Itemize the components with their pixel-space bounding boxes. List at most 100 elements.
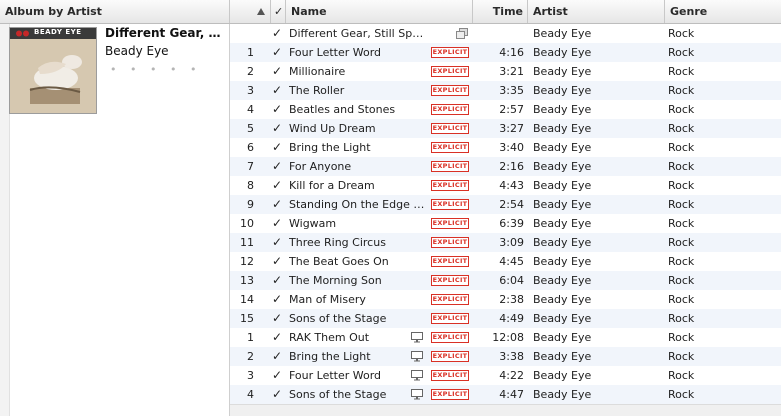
track-number: 11 bbox=[240, 236, 254, 249]
explicit-badge: EXPLICIT bbox=[431, 104, 469, 115]
track-number: 5 bbox=[247, 122, 254, 135]
track-checkbox[interactable]: ✓ bbox=[272, 309, 284, 328]
track-number bbox=[230, 24, 254, 43]
explicit-badge: EXPLICIT bbox=[431, 180, 469, 191]
track-checkbox[interactable]: ✓ bbox=[272, 328, 284, 347]
explicit-badge: EXPLICIT bbox=[431, 66, 469, 77]
track-artist: Beady Eye bbox=[533, 255, 592, 268]
track-genre: Rock bbox=[668, 65, 695, 78]
track-number: 3 bbox=[247, 84, 254, 97]
track-checkbox[interactable]: ✓ bbox=[272, 62, 284, 81]
track-row[interactable]: 13 ✓ The Morning Son 6:04 Beady Eye Rock EXPLI… bbox=[230, 271, 781, 290]
checkmark-icon: ✓ bbox=[274, 5, 284, 18]
track-name: Sons of the Stage bbox=[289, 388, 387, 401]
track-checkbox[interactable]: ✓ bbox=[272, 119, 284, 138]
track-time: 2:57 bbox=[499, 103, 524, 116]
explicit-badge: EXPLICIT bbox=[431, 123, 469, 134]
explicit-badge: EXPLICIT bbox=[431, 161, 469, 172]
track-artist: Beady Eye bbox=[533, 46, 592, 59]
track-row[interactable]: 15 ✓ Sons of the Stage 4:49 Beady Eye Rock EXP… bbox=[230, 309, 781, 328]
track-checkbox[interactable]: ✓ bbox=[272, 271, 284, 290]
track-checkbox[interactable]: ✓ bbox=[272, 347, 284, 366]
track-row[interactable]: 4 ✓ Sons of the Stage 4:47 Beady Eye Rock EXPL… bbox=[230, 385, 781, 404]
track-checkbox[interactable]: ✓ bbox=[272, 24, 284, 43]
column-header-time[interactable]: Time bbox=[473, 0, 528, 23]
explicit-badge: EXPLICIT bbox=[431, 85, 469, 96]
track-genre: Rock bbox=[668, 274, 695, 287]
track-checkbox[interactable]: ✓ bbox=[272, 290, 284, 309]
track-genre: Rock bbox=[668, 103, 695, 116]
album-title[interactable]: Different Gear, Sti... bbox=[105, 26, 229, 40]
track-checkbox[interactable]: ✓ bbox=[272, 233, 284, 252]
track-row[interactable]: 2 ✓ Bring the Light 3:38 Beady Eye Rock EXPLIC… bbox=[230, 347, 781, 366]
track-row[interactable]: 3 ✓ Four Letter Word 4:22 Beady Eye Rock EXPLI… bbox=[230, 366, 781, 385]
monitor-icon bbox=[411, 351, 423, 362]
track-checkbox[interactable]: ✓ bbox=[272, 43, 284, 62]
track-time: 6:39 bbox=[499, 217, 524, 230]
track-row[interactable]: 1 ✓ Four Letter Word 4:16 Beady Eye Rock EXPLI… bbox=[230, 43, 781, 62]
explicit-badge: EXPLICIT bbox=[431, 218, 469, 229]
explicit-badge: EXPLICIT bbox=[431, 199, 469, 210]
column-header-checked[interactable]: ✓ bbox=[271, 0, 286, 23]
track-checkbox[interactable]: ✓ bbox=[272, 385, 284, 404]
track-time: 6:04 bbox=[499, 274, 524, 287]
track-genre: Rock bbox=[668, 84, 695, 97]
monitor-icon bbox=[411, 332, 423, 343]
track-checkbox[interactable]: ✓ bbox=[272, 195, 284, 214]
track-row[interactable]: 12 ✓ The Beat Goes On 4:45 Beady Eye Rock EXPL… bbox=[230, 252, 781, 271]
column-header-artist[interactable]: Artist bbox=[528, 0, 665, 23]
album-artwork[interactable]: BEADY EYE bbox=[9, 27, 97, 114]
track-row[interactable]: 3 ✓ The Roller 3:35 Beady Eye Rock EXPLICIT bbox=[230, 81, 781, 100]
sort-triangle-icon bbox=[257, 8, 265, 15]
track-row[interactable]: 11 ✓ Three Ring Circus 3:09 Beady Eye Rock EXP… bbox=[230, 233, 781, 252]
track-time: 4:47 bbox=[499, 388, 524, 401]
track-checkbox[interactable]: ✓ bbox=[272, 252, 284, 271]
track-time: 4:45 bbox=[499, 255, 524, 268]
track-row[interactable]: 7 ✓ For Anyone 2:16 Beady Eye Rock EXPLICIT bbox=[230, 157, 781, 176]
column-header-bar: Album by Artist ✓ Name Time Artist Genre bbox=[0, 0, 781, 24]
column-header-album-by-artist[interactable]: Album by Artist bbox=[0, 0, 230, 23]
track-genre: Rock bbox=[668, 217, 695, 230]
track-row[interactable]: 6 ✓ Bring the Light 3:40 Beady Eye Rock EXPLIC… bbox=[230, 138, 781, 157]
track-row[interactable]: 9 ✓ Standing On the Edge of t... 2:54 Beady … bbox=[230, 195, 781, 214]
track-name: The Beat Goes On bbox=[289, 255, 389, 268]
album-artist[interactable]: Beady Eye bbox=[105, 44, 169, 58]
track-row[interactable]: ✓ Different Gear, Still Speeding (... Bead… bbox=[230, 24, 781, 43]
track-time: 3:09 bbox=[499, 236, 524, 249]
album-artwork-image bbox=[10, 28, 96, 113]
track-number: 6 bbox=[247, 141, 254, 154]
track-checkbox[interactable]: ✓ bbox=[272, 100, 284, 119]
track-genre: Rock bbox=[668, 27, 695, 40]
track-row[interactable]: 2 ✓ Millionaire 3:21 Beady Eye Rock EXPLICIT bbox=[230, 62, 781, 81]
track-artist: Beady Eye bbox=[533, 179, 592, 192]
track-genre: Rock bbox=[668, 122, 695, 135]
track-time: 3:27 bbox=[499, 122, 524, 135]
track-number: 14 bbox=[240, 293, 254, 306]
track-artist: Beady Eye bbox=[533, 274, 592, 287]
track-artist: Beady Eye bbox=[533, 236, 592, 249]
track-row[interactable]: 10 ✓ Wigwam 6:39 Beady Eye Rock EXPLICIT bbox=[230, 214, 781, 233]
track-time: 4:16 bbox=[499, 46, 524, 59]
column-header-label: Time bbox=[492, 5, 523, 18]
column-header-number[interactable] bbox=[230, 0, 271, 23]
album-rating[interactable]: • • • • • bbox=[110, 63, 201, 76]
track-row[interactable]: 5 ✓ Wind Up Dream 3:27 Beady Eye Rock EXPLICIT bbox=[230, 119, 781, 138]
track-row[interactable]: 8 ✓ Kill for a Dream 4:43 Beady Eye Rock EXPLI… bbox=[230, 176, 781, 195]
track-checkbox[interactable]: ✓ bbox=[272, 366, 284, 385]
track-row[interactable]: 14 ✓ Man of Misery 2:38 Beady Eye Rock EXPLICI… bbox=[230, 290, 781, 309]
track-checkbox[interactable]: ✓ bbox=[272, 81, 284, 100]
track-name: Man of Misery bbox=[289, 293, 366, 306]
track-row[interactable]: 1 ✓ RAK Them Out 12:08 Beady Eye Rock EXPLICIT bbox=[230, 328, 781, 347]
column-header-genre[interactable]: Genre bbox=[665, 0, 781, 23]
explicit-badge: EXPLICIT bbox=[431, 256, 469, 267]
track-checkbox[interactable]: ✓ bbox=[272, 157, 284, 176]
track-genre: Rock bbox=[668, 293, 695, 306]
track-checkbox[interactable]: ✓ bbox=[272, 138, 284, 157]
track-number: 13 bbox=[240, 274, 254, 287]
album-stack-icon bbox=[456, 28, 468, 39]
track-number: 4 bbox=[247, 388, 254, 401]
track-checkbox[interactable]: ✓ bbox=[272, 214, 284, 233]
track-row[interactable]: 4 ✓ Beatles and Stones 2:57 Beady Eye Rock EXP… bbox=[230, 100, 781, 119]
column-header-name[interactable]: Name bbox=[286, 0, 473, 23]
track-checkbox[interactable]: ✓ bbox=[272, 176, 284, 195]
